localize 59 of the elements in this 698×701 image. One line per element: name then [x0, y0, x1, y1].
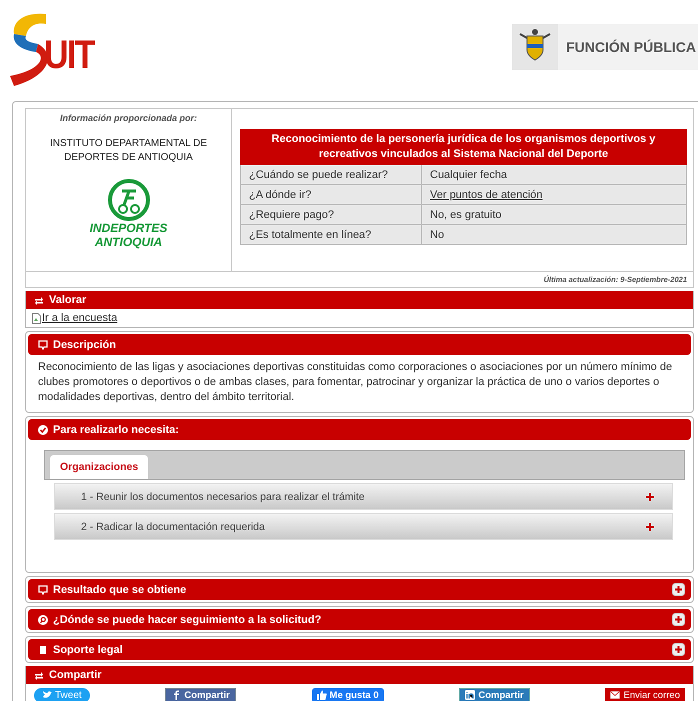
thumbs-up-icon	[316, 690, 327, 700]
table-cell: ¿Cuándo se puede realizar?	[241, 165, 422, 184]
step-label: 1 - Reunir los documentos necesarios para realizar el trámite	[81, 490, 365, 502]
share-button[interactable]: Me gusta 0	[312, 688, 384, 701]
section-header[interactable]: ¿Dónde se puede hacer seguimiento a la solicitud?	[28, 609, 691, 630]
step-row[interactable]: 1 - Reunir los documentos necesarios para realizar el trámite	[54, 483, 673, 510]
provider-name: INSTITUTO DEPARTAMENTAL DE DEPORTES DE ANTIOQUIA	[48, 137, 208, 165]
check-circle-icon	[38, 424, 48, 434]
description-text: Reconocimiento de las ligas y asociaciones deportivas constituidas como corporaciones o asociaciones por un número mínimo de clubes promotores o deportivos o de ambas clases, para fomentar, patrocinar y organizar la práctica de uno o varios deportes o modalidades deportivas, dentro del ámbito territorial.	[37, 360, 674, 405]
document-icon	[38, 644, 48, 654]
letter-f-icon	[171, 690, 182, 700]
arrows-icon	[34, 670, 44, 680]
survey-link[interactable]: Ir a la encuesta	[42, 312, 118, 324]
section-title: Soporte legal	[53, 644, 124, 656]
section-title: ¿Dónde se puede hacer seguimiento a la solicitud?	[53, 614, 322, 626]
section-header[interactable]: Soporte legal	[28, 639, 691, 660]
section-title: Descripción	[53, 338, 117, 350]
table-cell-text: No, es gratuito	[429, 208, 502, 220]
table-cell: ¿A dónde ir?	[241, 185, 422, 204]
share-button[interactable]: Compartir	[459, 688, 530, 701]
plus-icon	[646, 522, 654, 530]
section-header[interactable]: Compartir	[26, 666, 693, 684]
cyclist-emblem-icon	[108, 179, 150, 221]
section-header[interactable]: Valorar	[26, 291, 693, 309]
section-title: Valorar	[49, 294, 88, 306]
table-cell: ¿Requiere pago?	[241, 205, 422, 224]
section-header[interactable]: Para realizarlo necesita:	[28, 419, 691, 440]
arrows-icon	[34, 295, 44, 305]
section-title: Resultado que se obtiene	[53, 584, 188, 596]
speech-bubble-icon	[38, 584, 48, 594]
procedure-title: Reconocimiento de la personería jurídica de los organismos deportivos y recreativos vinculados al Sistema Nacional del Deporte	[240, 129, 687, 165]
logo-text: INDEPORTES	[90, 221, 168, 235]
expand-plus-icon	[672, 613, 685, 626]
logo-text: UIT	[44, 33, 94, 78]
speech-bubble-icon	[38, 340, 48, 350]
attention-points-link[interactable]: Ver puntos de atención	[422, 188, 543, 200]
section-title: Para realizarlo necesita:	[53, 424, 180, 436]
share-button[interactable]: Compartir	[165, 688, 236, 701]
envelope-icon	[610, 690, 620, 700]
plus-icon	[646, 492, 654, 500]
table-cell: ¿Es totalmente en línea?	[241, 225, 422, 244]
tab[interactable]: Organizaciones	[50, 455, 148, 479]
expand-plus-icon	[672, 583, 685, 596]
section-header[interactable]: Descripción	[28, 334, 691, 355]
provider-caption: Información proporcionada por:	[60, 113, 197, 123]
expand-plus-icon	[672, 643, 685, 656]
section-header[interactable]: Resultado que se obtiene	[28, 579, 691, 600]
step-label: 2 - Radicar la documentación requerida	[81, 520, 265, 532]
share-button[interactable]: Enviar correo	[605, 688, 685, 701]
search-icon	[38, 614, 48, 624]
broken-image-icon	[32, 312, 41, 324]
step-row[interactable]: 2 - Radicar la documentación requerida	[54, 513, 673, 540]
table-cell-text: No	[429, 228, 444, 240]
logo-text: ANTIOQUIA	[94, 235, 162, 249]
bird-icon	[42, 690, 52, 700]
table-cell-text: Cualquier fecha	[429, 168, 508, 180]
agency-name: FUNCIÓN PÚBLICA	[565, 39, 697, 55]
section-title: Compartir	[49, 669, 103, 681]
in-logo-icon	[465, 690, 476, 700]
